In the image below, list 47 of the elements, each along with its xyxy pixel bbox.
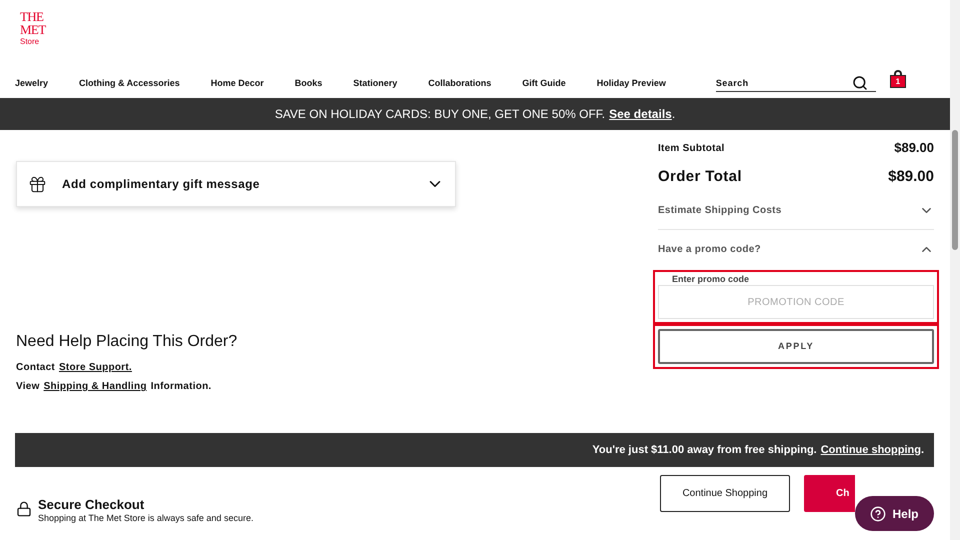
met-store-logo[interactable]: THE MET Store [20,10,50,46]
gift-message-dropdown[interactable]: Add complimentary gift message [16,161,456,207]
help-text: View [16,380,40,394]
logo-text: MET [20,23,46,36]
promo-code-field[interactable]: PROMOTION CODE [658,285,934,319]
help-text: Contact [16,361,55,375]
checkout-button[interactable]: Ch [804,475,855,512]
gift-icon [28,174,47,194]
continue-shopping-link[interactable]: Continue shopping [820,442,921,458]
gift-message-label: Add complimentary gift message [62,176,260,193]
search-field[interactable]: Search [716,74,876,92]
free-shipping-text: You're just $11.00 away from free shipping. [592,442,817,458]
scrollbar[interactable] [950,0,960,540]
logo-text: THE [20,10,44,23]
help-text: Information. [150,380,212,394]
summary-accordion-header[interactable]: Have a promo code? [658,230,934,268]
cart-count: 1 [896,78,900,86]
subtotal-value: $89.00 [894,139,934,158]
nav-link[interactable]: Gift Guide [522,77,566,91]
nav-link[interactable]: Home Decor [210,77,264,91]
nav-link[interactable]: Stationery [353,77,398,91]
help-heading: Need Help Placing This Order? [16,332,238,352]
summary-accordion-header[interactable]: Estimate Shipping Costs [658,192,934,230]
nav-link[interactable]: Collaborations [428,77,492,91]
order-total-label: Order Total [658,166,742,187]
secure-checkout-text: Shopping at The Met Store is always safe and secure. [38,513,254,524]
lock-icon [16,499,32,519]
store-support-link[interactable]: Store Support. [58,360,132,375]
promo-banner-period: . [672,106,676,123]
subtotal-label: Item Subtotal [658,142,725,156]
order-total-value: $89.00 [888,166,934,187]
see-details-link[interactable]: See details [609,105,672,123]
shipping-handling-link[interactable]: Shipping & Handling [44,379,147,394]
help-button[interactable]: Help [855,496,934,531]
help-icon [870,506,886,522]
nav-link[interactable]: Holiday Preview [596,77,666,91]
continue-shopping-button[interactable]: Continue Shopping [660,475,790,512]
promo-banner-text: SAVE ON HOLIDAY CARDS: BUY ONE, GET ONE 50% OFF. [274,106,606,123]
nav-link[interactable]: Clothing & Accessories [79,77,180,91]
nav-link[interactable]: Jewelry [15,77,48,91]
apply-button[interactable]: APPLY [658,329,934,364]
promo-field-label: Enter promo code [672,275,750,284]
logo-store-text: Store [20,38,40,46]
secure-checkout-heading: Secure Checkout [38,497,146,514]
free-shipping-period: . [920,442,924,458]
search-icon[interactable] [852,75,868,91]
nav-link[interactable]: Books [294,77,322,91]
